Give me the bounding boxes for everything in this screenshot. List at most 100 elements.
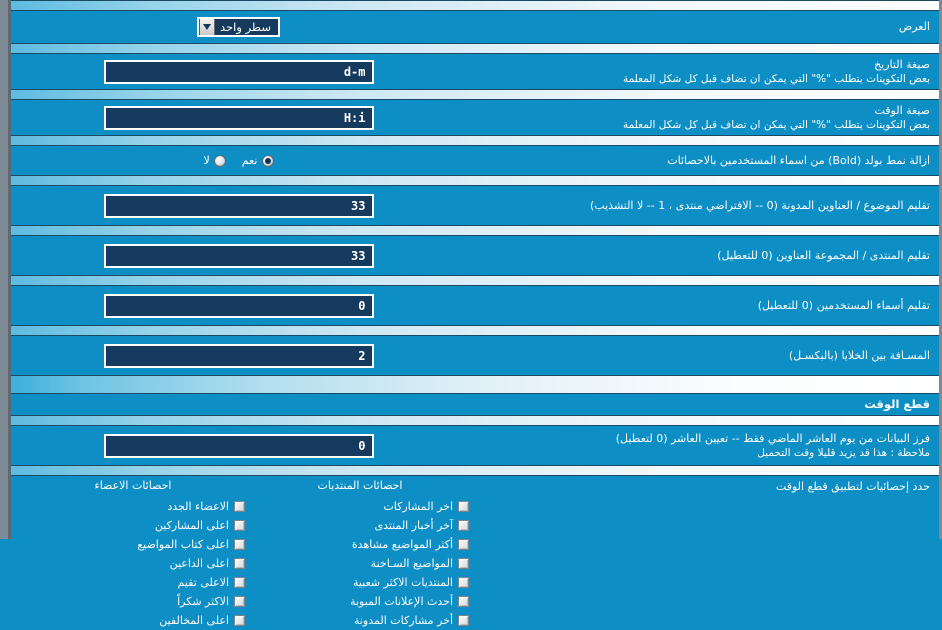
checkbox-icon[interactable]	[458, 577, 469, 588]
checkbox-item-most-thanked[interactable]: الاكثر شكراً	[21, 592, 245, 611]
checkbox-label: أكثر المواضيع مشاهدة	[351, 538, 453, 551]
checkbox-item-latest-blog-posts[interactable]: أخر مشاركات المدونة	[251, 611, 469, 630]
time-cut-input[interactable]	[103, 433, 374, 458]
chevron-down-icon[interactable]	[199, 19, 216, 35]
separator-1	[8, 43, 939, 54]
display-mode-select-value: سطر واحد	[220, 20, 271, 34]
checkbox-item-most-popular-forums[interactable]: المنتديات الاكثر شعبية	[251, 573, 469, 592]
checkbox-item-forum-news[interactable]: آخر أخبار المنتدى	[251, 516, 469, 535]
checkbox-label: المنتديات الاكثر شعبية	[353, 576, 453, 589]
trim-usernames-input[interactable]	[103, 293, 374, 318]
trim-usernames-row: تقليم أسماء المستخدمين (0 للتعطيل)	[8, 286, 939, 325]
date-format-label: صيغة التاريخ	[874, 57, 930, 71]
checkbox-icon[interactable]	[458, 615, 469, 626]
cell-spacing-row: المسـافة بين الخلايا (بالبكسـل)	[8, 336, 939, 375]
checkbox-item-most-viewed-threads[interactable]: أكثر المواضيع مشاهدة	[251, 535, 469, 554]
trim-thread-titles-label-cell: تقليم الموضوع / العناوين المدونة (0 -- ا…	[469, 199, 939, 213]
radio-unselected-icon[interactable]	[213, 154, 226, 167]
checkbox-item-latest-classifieds[interactable]: أحدث الإعلانات المبوبة	[251, 592, 469, 611]
date-format-control-cell	[8, 59, 469, 84]
remove-bold-option-no[interactable]: لا	[204, 154, 226, 167]
checkbox-icon[interactable]	[234, 577, 245, 588]
date-format-row: صيغة التاريخ بعض التكوينات يتطلب "%" الت…	[8, 54, 939, 89]
checkbox-label: اعلى المخالفين	[159, 614, 229, 627]
checkbox-label: أخر مشاركات المدونة	[353, 614, 453, 627]
checkbox-icon[interactable]	[458, 539, 469, 550]
separator-4	[8, 175, 939, 186]
separator-7	[8, 325, 939, 336]
display-label-cell: العرض	[469, 20, 939, 34]
time-format-description: بعض التكوينات يتطلب "%" التي يمكن ان تضا…	[622, 118, 930, 131]
checkbox-icon[interactable]	[234, 558, 245, 569]
separator-3	[8, 135, 939, 146]
checkbox-icon[interactable]	[458, 501, 469, 512]
checkbox-item-latest-posts[interactable]: اخر المشاركات	[251, 497, 469, 516]
separator-5	[8, 225, 939, 236]
time-format-input[interactable]	[103, 105, 374, 130]
display-mode-select[interactable]: سطر واحد	[197, 17, 280, 37]
checkbox-icon[interactable]	[234, 615, 245, 626]
time-cut-label-cell: فرز البيانات من يوم العاشر الماضي فقط --…	[469, 432, 939, 460]
trim-forum-titles-row: تقليم المنتدى / المجموعة العناوين (0 للت…	[8, 236, 939, 275]
checkbox-item-top-posters[interactable]: اعلى المشاركين	[21, 516, 245, 535]
display-label: العرض	[898, 20, 930, 33]
date-format-input[interactable]	[103, 59, 374, 84]
time-cut-control-cell	[8, 433, 469, 458]
time-format-control-cell	[8, 105, 469, 130]
time-cut-statistics-row: حدد إحصائيات لتطبيق قطع الوقت احصائات ال…	[8, 476, 939, 630]
separator-2	[8, 89, 939, 100]
checkbox-icon[interactable]	[234, 539, 245, 550]
remove-bold-label-cell: ازالة نمط بولد (Bold) من اسماء المستخدمي…	[469, 154, 939, 168]
checkbox-icon[interactable]	[458, 596, 469, 607]
checkbox-item-new-members[interactable]: الاعضاء الجدد	[21, 497, 245, 516]
remove-bold-option-no-label: لا	[203, 154, 210, 167]
checkbox-label: الاعضاء الجدد	[167, 500, 229, 513]
checkbox-label: أحدث الإعلانات المبوبة	[350, 595, 453, 608]
trim-forum-titles-input[interactable]	[103, 243, 374, 268]
checkbox-label: المواضيع السـاخنة	[370, 557, 453, 570]
separator-6	[8, 275, 939, 286]
checkbox-item-hot-threads[interactable]: المواضيع السـاخنة	[251, 554, 469, 573]
cell-spacing-label-cell: المسـافة بين الخلايا (بالبكسـل)	[469, 349, 939, 363]
remove-bold-radio-group: نعم لا	[204, 154, 274, 167]
trim-thread-titles-input[interactable]	[103, 193, 374, 218]
time-cut-section-header: قطع الوقت	[8, 394, 939, 415]
remove-bold-option-yes-label: نعم	[241, 154, 258, 167]
checkbox-label: اعلى المشاركين	[154, 519, 229, 532]
checkbox-item-top-rated[interactable]: الاعلى تقيم	[21, 573, 245, 592]
separator-top	[8, 0, 939, 11]
cell-spacing-control-cell	[8, 343, 469, 368]
checkbox-icon[interactable]	[234, 596, 245, 607]
trim-thread-titles-control-cell	[8, 193, 469, 218]
date-format-label-cell: صيغة التاريخ بعض التكوينات يتطلب "%" الت…	[469, 58, 939, 86]
checkbox-item-top-thread-starters[interactable]: اعلى كتاب المواضيع	[21, 535, 245, 554]
checkbox-label: اعلى كتاب المواضيع	[137, 538, 229, 551]
separator-8	[8, 415, 939, 426]
member-statistics-title: احصائات الاعضاء	[94, 479, 172, 492]
trim-forum-titles-label: تقليم المنتدى / المجموعة العناوين (0 للت…	[717, 248, 930, 262]
checkbox-item-top-referrers[interactable]: اعلى الداعين	[21, 554, 245, 573]
checkbox-item-top-violators[interactable]: اعلى المخالفين	[21, 611, 245, 630]
trim-thread-titles-row: تقليم الموضوع / العناوين المدونة (0 -- ا…	[8, 186, 939, 225]
remove-bold-option-yes[interactable]: نعم	[242, 154, 274, 167]
checkbox-label: اعلى الداعين	[169, 557, 229, 570]
radio-selected-icon[interactable]	[261, 154, 274, 167]
time-format-label-cell: صيغة الوقت بعض التكوينات يتطلب "%" التي …	[469, 104, 939, 132]
checkbox-icon[interactable]	[234, 501, 245, 512]
checkbox-icon[interactable]	[458, 558, 469, 569]
cell-spacing-input[interactable]	[103, 343, 374, 368]
display-control-cell: سطر واحد	[8, 17, 469, 37]
trim-usernames-control-cell	[8, 293, 469, 318]
checkbox-label: الاكثر شكراً	[177, 595, 229, 608]
checkbox-label: الاعلى تقيم	[177, 576, 229, 589]
checkbox-label: آخر أخبار المنتدى	[374, 519, 453, 532]
forum-statistics-column: احصائات المنتديات اخر المشاركات آخر أخبا…	[245, 479, 469, 630]
separator-section	[8, 375, 939, 394]
remove-bold-control-cell: نعم لا	[8, 154, 469, 167]
trim-usernames-label: تقليم أسماء المستخدمين (0 للتعطيل)	[757, 298, 930, 312]
trim-usernames-label-cell: تقليم أسماء المستخدمين (0 للتعطيل)	[469, 299, 939, 313]
checkbox-icon[interactable]	[234, 520, 245, 531]
time-format-label: صيغة الوقت	[874, 103, 930, 117]
checkbox-label: اخر المشاركات	[383, 500, 453, 513]
checkbox-icon[interactable]	[458, 520, 469, 531]
